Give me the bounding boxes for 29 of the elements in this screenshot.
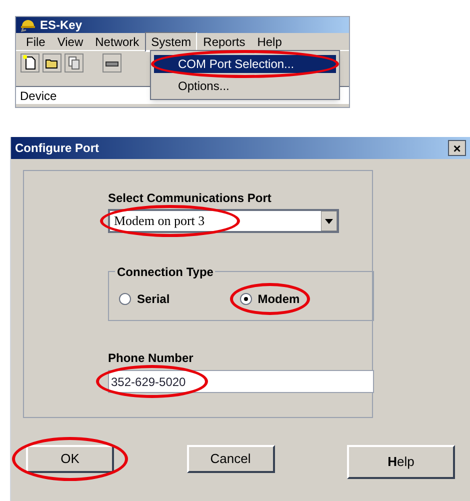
menu-item[interactable]: Network xyxy=(89,32,146,52)
open-folder-icon[interactable] xyxy=(42,52,62,72)
dropdown-value: Modem on port 3 xyxy=(113,212,205,230)
field-label: Select Communications Port xyxy=(108,190,272,207)
copy-document-icon[interactable] xyxy=(64,52,84,72)
dropdown-arrow-icon[interactable] xyxy=(321,211,337,231)
close-button[interactable]: × xyxy=(448,140,466,156)
network-device-icon[interactable] xyxy=(102,52,122,72)
phone-input[interactable]: 352-629-5020 xyxy=(108,370,374,393)
menu-item[interactable]: Reports xyxy=(197,32,252,52)
menu-item[interactable]: Options... xyxy=(154,77,336,95)
dialog-button[interactable]: Help xyxy=(347,445,455,479)
helmet-key-icon xyxy=(20,18,36,32)
radio-label: Modem xyxy=(258,291,300,308)
dialog-title: Configure Port xyxy=(15,140,99,157)
radio-button[interactable] xyxy=(119,293,131,305)
radio-label: Serial xyxy=(137,291,170,308)
window-title: ES-Key xyxy=(40,17,82,34)
menu-item[interactable]: View xyxy=(51,32,90,52)
new-document-icon[interactable] xyxy=(20,52,40,72)
menu-item[interactable]: COM Port Selection... xyxy=(154,55,336,73)
port-dropdown[interactable]: Modem on port 3 xyxy=(108,209,339,233)
input-value: 352-629-5020 xyxy=(110,374,186,390)
dialog-button[interactable]: OK xyxy=(26,445,114,473)
dialog-button[interactable]: Cancel xyxy=(186,445,274,473)
menu-item[interactable]: Help xyxy=(251,32,288,52)
menu-item[interactable]: File xyxy=(20,32,52,52)
field-label: Phone Number xyxy=(108,350,194,367)
radio-button[interactable] xyxy=(240,293,252,305)
